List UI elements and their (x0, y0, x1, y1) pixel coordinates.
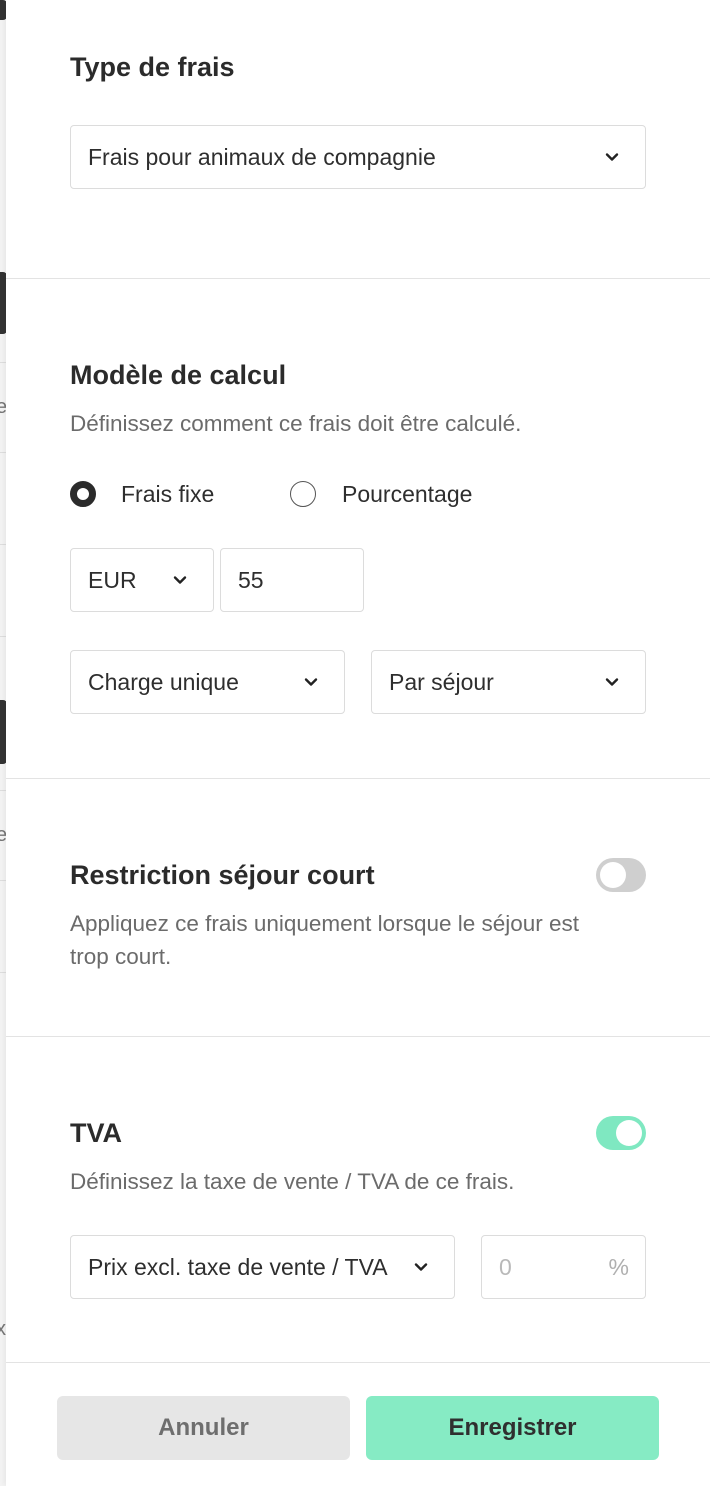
calculation-description: Définissez comment ce frais doit être ca… (70, 411, 522, 436)
vat-rate-input[interactable]: 0 % (481, 1235, 646, 1299)
currency-select[interactable]: EUR (70, 548, 214, 612)
charge-basis-select[interactable]: Par séjour (371, 650, 646, 714)
amount-input[interactable]: 55 (220, 548, 364, 612)
vat-toggle[interactable] (596, 1116, 646, 1150)
radio-fixed-fee-label[interactable]: Frais fixe (121, 481, 214, 508)
radio-fixed-fee[interactable] (70, 481, 96, 507)
short-stay-toggle[interactable] (596, 858, 646, 892)
save-button[interactable]: Enregistrer (366, 1396, 659, 1460)
cancel-button[interactable]: Annuler (57, 1396, 350, 1460)
fee-type-heading: Type de frais (70, 52, 235, 82)
charge-mode-select[interactable]: Charge unique (70, 650, 345, 714)
short-stay-description-line1: Appliquez ce frais uniquement lorsque le… (70, 911, 580, 936)
percent-suffix: % (608, 1253, 629, 1280)
currency-value: EUR (88, 566, 137, 593)
vat-heading: TVA (70, 1118, 122, 1148)
chevron-down-icon (605, 678, 619, 686)
calculation-heading: Modèle de calcul (70, 360, 287, 390)
vat-description: Définissez la taxe de vente / TVA de ce … (70, 1169, 515, 1194)
section-divider (6, 778, 710, 779)
toggle-knob (600, 862, 626, 888)
toggle-knob (616, 1120, 642, 1146)
section-divider (6, 1036, 710, 1037)
chevron-down-icon (605, 153, 619, 161)
charge-mode-value: Charge unique (88, 668, 239, 695)
vat-price-mode-value: Prix excl. taxe de vente / TVA (88, 1253, 388, 1280)
chevron-down-icon (414, 1263, 428, 1271)
short-stay-description-line2: trop court. (70, 944, 172, 969)
section-divider (6, 278, 710, 279)
radio-percentage[interactable] (290, 481, 316, 507)
charge-basis-value: Par séjour (389, 668, 494, 695)
chevron-down-icon (304, 678, 318, 686)
fee-type-value: Frais pour animaux de compagnie (88, 143, 436, 170)
vat-rate-placeholder: 0 (499, 1253, 512, 1280)
radio-percentage-label[interactable]: Pourcentage (342, 481, 472, 508)
chevron-down-icon (173, 576, 187, 584)
short-stay-heading: Restriction séjour court (70, 860, 375, 890)
amount-value: 55 (238, 566, 264, 593)
vat-price-mode-select[interactable]: Prix excl. taxe de vente / TVA (70, 1235, 455, 1299)
fee-type-select[interactable]: Frais pour animaux de compagnie (70, 125, 646, 189)
footer-divider (6, 1362, 710, 1363)
